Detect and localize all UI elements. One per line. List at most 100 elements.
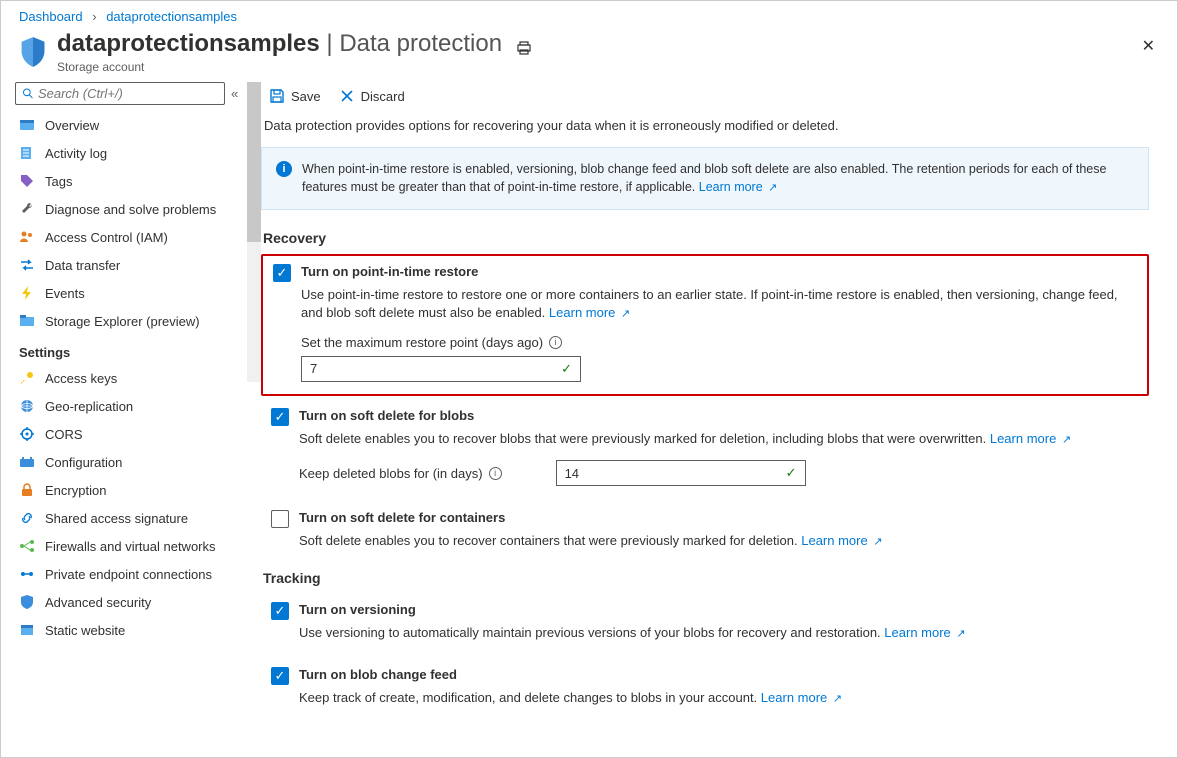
print-icon[interactable] <box>516 40 532 59</box>
sidebar-scrollbar[interactable] <box>247 82 261 382</box>
sidebar-item-events[interactable]: Events <box>15 279 261 307</box>
external-link-icon: ↗ <box>768 182 777 194</box>
pitr-learn-more[interactable]: Learn more ↗ <box>549 305 630 320</box>
softcontainer-desc: Soft delete enables you to recover conta… <box>299 532 1139 550</box>
intro-text: Data protection provides options for rec… <box>261 118 1149 133</box>
softcontainer-checkbox[interactable] <box>271 510 289 528</box>
tag-icon <box>19 173 35 189</box>
changefeed-checkbox[interactable]: ✓ <box>271 667 289 685</box>
pitr-checkbox[interactable]: ✓ <box>273 264 291 282</box>
sidebar-label: Access keys <box>45 371 117 386</box>
sidebar-label: Diagnose and solve problems <box>45 202 216 217</box>
softblob-learn-more[interactable]: Learn more ↗ <box>990 431 1071 446</box>
info-dot-icon[interactable]: i <box>489 467 502 480</box>
sidebar-item-sas[interactable]: Shared access signature <box>15 504 261 532</box>
external-link-icon: ↗ <box>833 693 842 705</box>
sidebar-label: Access Control (IAM) <box>45 230 168 245</box>
sidebar-item-firewalls[interactable]: Firewalls and virtual networks <box>15 532 261 560</box>
softblob-days-input[interactable]: 14 ✓ <box>556 460 806 486</box>
pitr-desc: Use point-in-time restore to restore one… <box>301 286 1137 323</box>
info-dot-icon[interactable]: i <box>549 336 562 349</box>
sidebar-item-encryption[interactable]: Encryption <box>15 476 261 504</box>
sidebar-item-diagnose[interactable]: Diagnose and solve problems <box>15 195 261 223</box>
softblob-field-label: Keep deleted blobs for (in days) i <box>299 466 502 481</box>
sidebar-label: Private endpoint connections <box>45 567 212 582</box>
changefeed-learn-more[interactable]: Learn more ↗ <box>761 690 842 705</box>
sidebar-item-geo-replication[interactable]: Geo-replication <box>15 392 261 420</box>
sidebar-label: Tags <box>45 174 72 189</box>
network-icon <box>19 538 35 554</box>
option-soft-delete-containers: Turn on soft delete for containers Soft … <box>261 502 1149 562</box>
discard-icon <box>339 88 355 104</box>
versioning-learn-more[interactable]: Learn more ↗ <box>884 625 965 640</box>
sidebar-item-advanced-security[interactable]: Advanced security <box>15 588 261 616</box>
breadcrumb-resource[interactable]: dataprotectionsamples <box>106 9 237 24</box>
shield-icon <box>19 36 47 68</box>
pitr-field-label: Set the maximum restore point (days ago)… <box>301 335 562 350</box>
changefeed-title: Turn on blob change feed <box>299 667 457 682</box>
toolbar: Save Discard <box>261 82 1149 118</box>
config-icon <box>19 454 35 470</box>
sidebar-item-private-endpoint[interactable]: Private endpoint connections <box>15 560 261 588</box>
sidebar-item-storage-explorer[interactable]: Storage Explorer (preview) <box>15 307 261 335</box>
sidebar-item-tags[interactable]: Tags <box>15 167 261 195</box>
cors-icon <box>19 426 35 442</box>
globe-icon <box>19 398 35 414</box>
option-soft-delete-blobs: ✓ Turn on soft delete for blobs Soft del… <box>261 400 1149 498</box>
sidebar-label: Shared access signature <box>45 511 188 526</box>
sidebar-item-configuration[interactable]: Configuration <box>15 448 261 476</box>
sidebar-item-overview[interactable]: Overview <box>15 111 261 139</box>
breadcrumb-dashboard[interactable]: Dashboard <box>19 9 83 24</box>
sidebar-section-settings: Settings <box>15 335 261 364</box>
wrench-icon <box>19 201 35 217</box>
sidebar-item-iam[interactable]: Access Control (IAM) <box>15 223 261 251</box>
pitr-days-input[interactable]: 7 ✓ <box>301 356 581 382</box>
sidebar-item-cors[interactable]: CORS <box>15 420 261 448</box>
sidebar: « Overview Activity log Tags Diagnose an… <box>1 82 261 758</box>
close-icon[interactable]: ✕ <box>1142 36 1155 56</box>
save-button[interactable]: Save <box>269 88 321 104</box>
main-content: Save Discard Data protection provides op… <box>261 82 1177 758</box>
valid-check-icon: ✓ <box>786 465 797 481</box>
endpoint-icon <box>19 566 35 582</box>
sidebar-label: Overview <box>45 118 99 133</box>
info-learn-more[interactable]: Learn more ↗ <box>699 180 778 194</box>
sidebar-item-access-keys[interactable]: Access keys <box>15 364 261 392</box>
softblob-checkbox[interactable]: ✓ <box>271 408 289 426</box>
sidebar-label: Firewalls and virtual networks <box>45 539 216 554</box>
website-icon <box>19 622 35 638</box>
option-pitr: ✓ Turn on point-in-time restore Use poin… <box>261 254 1149 396</box>
search-icon <box>22 87 34 100</box>
save-icon <box>269 88 285 104</box>
search-input-wrap[interactable] <box>15 82 225 105</box>
sidebar-label: Storage Explorer (preview) <box>45 314 200 329</box>
resource-subtype: Storage account <box>57 60 502 74</box>
search-input[interactable] <box>38 86 218 101</box>
collapse-sidebar-icon[interactable]: « <box>231 86 238 101</box>
info-text: When point-in-time restore is enabled, v… <box>302 160 1134 197</box>
versioning-checkbox[interactable]: ✓ <box>271 602 289 620</box>
option-versioning: ✓ Turn on versioning Use versioning to a… <box>261 594 1149 654</box>
sidebar-item-activity-log[interactable]: Activity log <box>15 139 261 167</box>
sidebar-label: Encryption <box>45 483 106 498</box>
page-header: dataprotectionsamples | Data protection … <box>1 26 1177 82</box>
breadcrumb-sep: › <box>92 9 96 24</box>
bolt-icon <box>19 285 35 301</box>
sidebar-item-data-transfer[interactable]: Data transfer <box>15 251 261 279</box>
sidebar-label: CORS <box>45 427 83 442</box>
discard-button[interactable]: Discard <box>339 88 405 104</box>
external-link-icon: ↗ <box>621 308 630 320</box>
transfer-icon <box>19 257 35 273</box>
sidebar-item-static-website[interactable]: Static website <box>15 616 261 644</box>
tracking-heading: Tracking <box>263 570 1149 586</box>
sidebar-label: Advanced security <box>45 595 151 610</box>
external-link-icon: ↗ <box>1062 434 1071 446</box>
softcontainer-learn-more[interactable]: Learn more ↗ <box>801 533 882 548</box>
recovery-heading: Recovery <box>263 230 1149 246</box>
external-link-icon: ↗ <box>873 536 882 548</box>
breadcrumb: Dashboard › dataprotectionsamples <box>1 1 1177 26</box>
people-icon <box>19 229 35 245</box>
link-icon <box>19 510 35 526</box>
valid-check-icon: ✓ <box>561 361 572 377</box>
option-change-feed: ✓ Turn on blob change feed Keep track of… <box>261 659 1149 719</box>
